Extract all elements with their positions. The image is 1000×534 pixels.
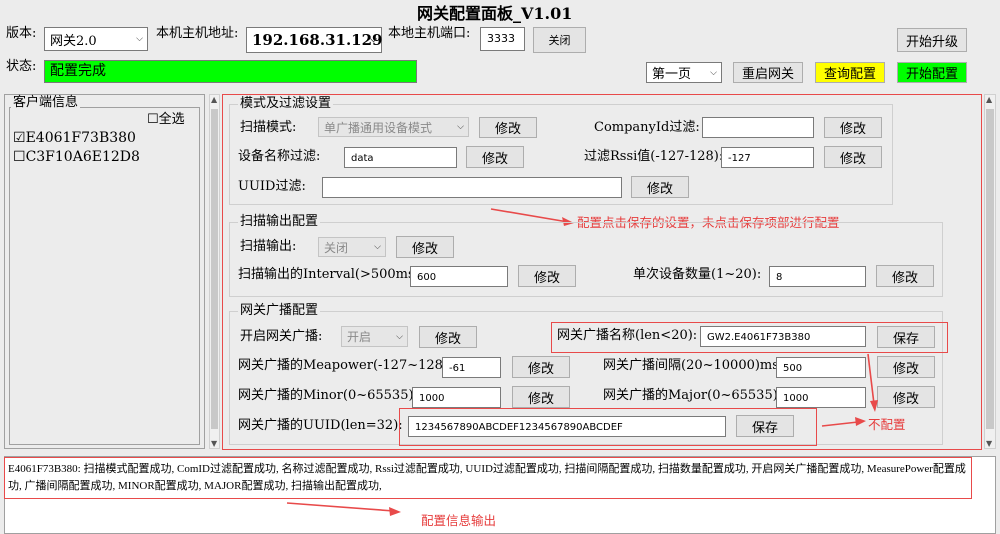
scroll-thumb[interactable]	[211, 109, 218, 429]
company-id-modify-button[interactable]: 修改	[824, 117, 882, 138]
scroll-up-icon[interactable]: ▲	[986, 95, 992, 104]
config-scrollbar[interactable]: ▲ ▼	[209, 94, 220, 449]
annotation-log-output: 配置信息输出	[421, 513, 497, 528]
port-input[interactable]: 3333	[480, 27, 525, 51]
scan-mode-select[interactable]: 单广播通用设备模式 ⌵	[318, 117, 469, 137]
annotation-no-config: 不配置	[868, 417, 906, 432]
client-panel: 客户端信息 ☐全选 ☑E4061F73B380 ☐C3F10A6E12D8	[4, 94, 205, 449]
close-port-button[interactable]: 关闭	[533, 27, 586, 53]
gateway-broadcast-title: 网关广播配置	[238, 303, 321, 319]
scan-interval-label: 扫描输出的Interval(>500ms):	[238, 267, 425, 282]
scan-output-title: 扫描输出配置	[238, 214, 321, 230]
checkbox-icon: ☐	[147, 112, 159, 127]
gw-power-input[interactable]: -61	[442, 357, 501, 378]
log-text: E4061F73B380: 扫描模式配置成功, ComID过滤配置成功, 名称过…	[8, 463, 966, 492]
device-name-modify-button[interactable]: 修改	[466, 146, 524, 168]
gw-major-modify-button[interactable]: 修改	[877, 386, 935, 408]
gw-enable-label: 开启网关广播:	[240, 329, 323, 344]
status-bar: 配置完成	[44, 60, 417, 83]
uuid-filter-input[interactable]	[322, 177, 622, 198]
company-id-label: CompanyId过滤:	[594, 120, 700, 135]
version-value: 网关2.0	[50, 33, 97, 49]
company-id-input[interactable]	[702, 117, 814, 138]
rssi-label: 过滤Rssi值(-127-128):	[584, 149, 724, 164]
scan-interval-modify-button[interactable]: 修改	[518, 265, 576, 287]
device-name-label: 设备名称过滤:	[238, 149, 321, 164]
version-select[interactable]: 网关2.0 ⌵	[44, 27, 148, 51]
client-panel-title: 客户端信息	[11, 95, 81, 111]
host-select[interactable]: 192.168.31.129 ⌵	[246, 27, 382, 53]
gw-interval-modify-button[interactable]: 修改	[877, 356, 935, 378]
gw-interval-label: 网关广播间隔(20~10000)ms:	[603, 358, 784, 373]
scan-output-modify-button[interactable]: 修改	[396, 236, 454, 258]
chevron-down-icon: ⌵	[374, 242, 381, 252]
rssi-input[interactable]: -127	[721, 147, 814, 168]
chevron-down-icon: ⌵	[136, 34, 143, 44]
gw-uuid-input[interactable]: 1234567890ABCDEF1234567890ABCDEF	[408, 416, 726, 437]
checked-checkbox-icon: ☑	[13, 130, 26, 146]
client-item-label: E4061F73B380	[25, 130, 136, 146]
page-select[interactable]: 第一页 ⌵	[646, 62, 722, 83]
scan-output-value: 关闭	[324, 240, 349, 255]
select-all-checkbox[interactable]: ☐全选	[147, 112, 185, 128]
gw-minor-modify-button[interactable]: 修改	[512, 386, 570, 408]
scan-output-select[interactable]: 关闭 ⌵	[318, 237, 386, 257]
gw-enable-value: 开启	[347, 330, 372, 344]
scan-output-label: 扫描输出:	[240, 239, 297, 254]
device-count-label: 单次设备数量(1~20):	[633, 267, 762, 282]
chevron-down-icon: ⌵	[710, 67, 717, 78]
scan-interval-input[interactable]: 600	[410, 266, 508, 287]
version-label: 版本:	[6, 26, 37, 41]
device-name-input[interactable]: data	[344, 147, 457, 168]
client-item-label: C3F10A6E12D8	[25, 149, 140, 165]
gw-power-label: 网关广播的Meapower(-127~128):	[238, 358, 453, 373]
scan-mode-modify-button[interactable]: 修改	[479, 117, 537, 138]
client-item[interactable]: ☐C3F10A6E12D8	[13, 149, 140, 165]
scan-mode-value: 单广播通用设备模式	[324, 120, 433, 135]
host-value: 192.168.31.129	[252, 31, 383, 49]
port-label: 本地主机端口:	[388, 26, 471, 41]
client-item[interactable]: ☑E4061F73B380	[13, 130, 136, 146]
chevron-down-icon: ⌵	[370, 35, 377, 45]
mode-filter-title: 模式及过滤设置	[238, 96, 334, 112]
gw-minor-label: 网关广播的Minor(0~65535):	[238, 388, 418, 403]
scroll-thumb[interactable]	[986, 109, 994, 429]
chevron-down-icon: ⌵	[457, 122, 464, 132]
gw-name-save-button[interactable]: 保存	[877, 326, 935, 348]
gw-enable-modify-button[interactable]: 修改	[419, 326, 477, 348]
start-config-button[interactable]: 开始配置	[897, 62, 967, 83]
gw-major-label: 网关广播的Major(0~65535):	[603, 388, 783, 403]
rssi-modify-button[interactable]: 修改	[824, 146, 882, 168]
right-scrollbar[interactable]: ▲ ▼	[984, 94, 996, 449]
gw-uuid-save-button[interactable]: 保存	[736, 415, 794, 437]
gw-power-modify-button[interactable]: 修改	[512, 356, 570, 378]
uuid-filter-modify-button[interactable]: 修改	[631, 176, 689, 198]
device-count-modify-button[interactable]: 修改	[876, 265, 934, 287]
restart-gateway-button[interactable]: 重启网关	[733, 62, 803, 83]
gw-name-label: 网关广播名称(len<20):	[557, 328, 698, 343]
status-value: 配置完成	[50, 63, 106, 79]
start-upgrade-button[interactable]: 开始升级	[897, 28, 967, 52]
host-label: 本机主机地址:	[156, 26, 239, 41]
status-label: 状态:	[6, 59, 37, 74]
scroll-down-icon[interactable]: ▼	[986, 439, 992, 448]
uuid-filter-label: UUID过滤:	[238, 179, 306, 194]
query-config-button[interactable]: 查询配置	[815, 62, 885, 83]
checkbox-icon: ☐	[13, 149, 26, 165]
gw-name-input[interactable]: GW2.E4061F73B380	[700, 326, 866, 347]
gw-uuid-label: 网关广播的UUID(len=32):	[238, 418, 403, 433]
chevron-down-icon: ⌵	[396, 331, 403, 342]
window-title: 网关配置面板_V1.01	[417, 4, 573, 23]
scan-mode-label: 扫描模式:	[240, 120, 297, 135]
scroll-down-icon[interactable]: ▼	[211, 439, 217, 448]
annotation-arrow	[286, 502, 401, 516]
scroll-up-icon[interactable]: ▲	[211, 95, 217, 104]
gw-minor-input[interactable]: 1000	[412, 387, 501, 408]
select-all-label: 全选	[158, 112, 185, 127]
gw-enable-select[interactable]: 开启 ⌵	[341, 326, 408, 347]
page-select-value: 第一页	[652, 67, 692, 82]
device-count-input[interactable]: 8	[769, 266, 866, 287]
